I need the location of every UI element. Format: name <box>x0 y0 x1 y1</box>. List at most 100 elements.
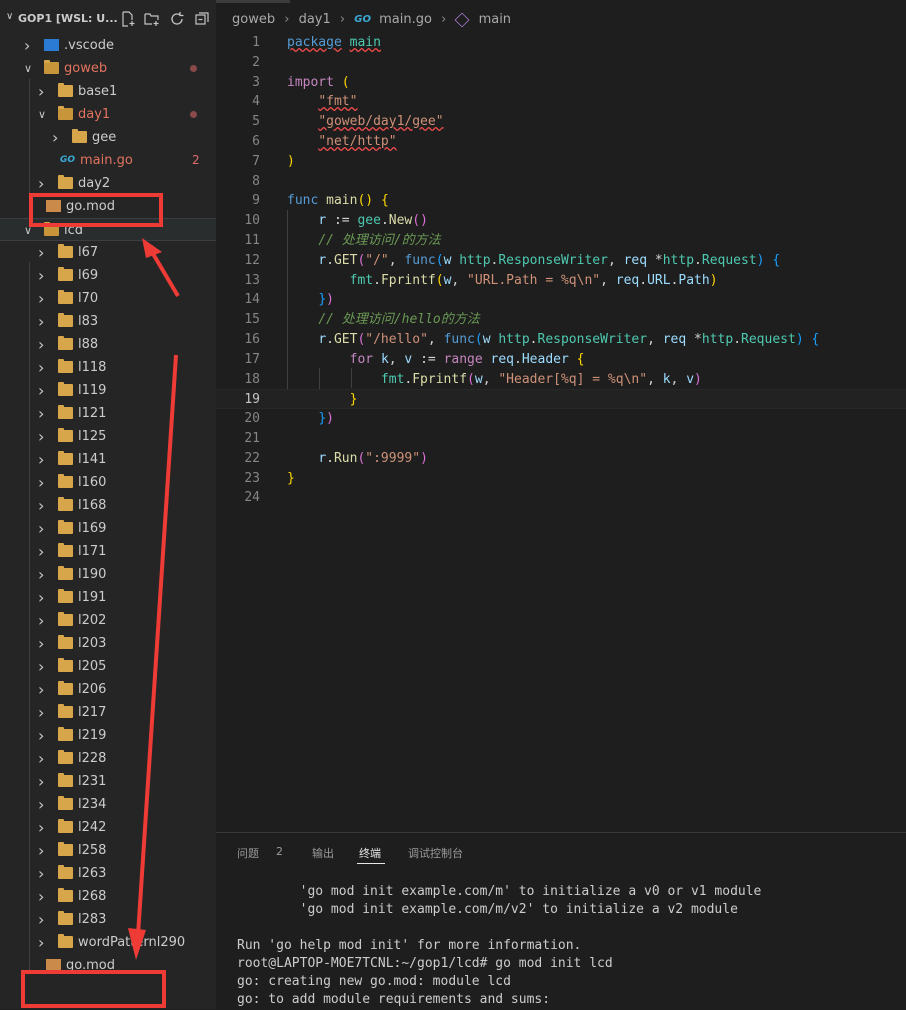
tree-item[interactable]: › l228 <box>0 747 216 770</box>
tree-item[interactable]: › l169 <box>0 517 216 540</box>
code-line[interactable]: 1 package main <box>216 33 906 53</box>
tree-item[interactable]: › l121 <box>0 402 216 425</box>
code-line[interactable]: 6 "net/http" <box>216 132 906 152</box>
code-line[interactable]: 23} <box>216 469 906 489</box>
chevron-down-icon[interactable]: ∨ <box>6 11 13 22</box>
breadcrumb-main-symbol[interactable]: main <box>479 12 511 27</box>
chevron-right-icon[interactable]: › <box>38 862 44 885</box>
chevron-right-icon[interactable]: › <box>38 517 44 540</box>
explorer-header[interactable]: ∨ GOP1 [WSL: U... <box>0 9 216 33</box>
tree-item[interactable]: › l88 <box>0 333 216 356</box>
tree-item[interactable]: ∨ day1 <box>0 103 216 126</box>
code-line[interactable]: 10 r := gee.New() <box>216 211 906 231</box>
tree-item[interactable]: › day2 <box>0 172 216 195</box>
tree-item[interactable]: › l83 <box>0 310 216 333</box>
tree-item[interactable]: › l191 <box>0 586 216 609</box>
chevron-right-icon[interactable]: › <box>38 287 44 310</box>
tree-item[interactable]: › l190 <box>0 563 216 586</box>
chevron-right-icon[interactable]: › <box>38 563 44 586</box>
chevron-right-icon[interactable]: › <box>38 747 44 770</box>
new-file-icon[interactable] <box>120 11 136 27</box>
chevron-right-icon[interactable]: › <box>38 402 44 425</box>
code-line[interactable]: 5 "goweb/day1/gee" <box>216 112 906 132</box>
tree-item[interactable]: › l69 <box>0 264 216 287</box>
chevron-right-icon[interactable]: › <box>38 609 44 632</box>
tree-item[interactable]: › l242 <box>0 816 216 839</box>
chevron-right-icon[interactable]: › <box>38 356 44 379</box>
active-tab-indicator[interactable] <box>216 0 290 3</box>
code-line[interactable]: 13 fmt.Fprintf(w, "URL.Path = %q\n", req… <box>216 271 906 291</box>
tree-item[interactable]: › l217 <box>0 701 216 724</box>
code-line[interactable]: 22 r.Run(":9999") <box>216 449 906 469</box>
tab-output[interactable]: 输出 <box>312 845 334 861</box>
tree-item[interactable]: › l118 <box>0 356 216 379</box>
chevron-right-icon[interactable]: › <box>38 632 44 655</box>
tree-item[interactable]: › l119 <box>0 379 216 402</box>
code-line[interactable]: 2 <box>216 53 906 73</box>
chevron-down-icon[interactable]: ∨ <box>24 57 32 80</box>
code-line[interactable]: 24 <box>216 488 906 508</box>
tree-item[interactable]: › gee <box>0 126 216 149</box>
chevron-right-icon[interactable]: › <box>38 425 44 448</box>
code-line[interactable]: 9 func main() { <box>216 191 906 211</box>
tree-item[interactable]: › .vscode <box>0 34 216 57</box>
tree-item[interactable]: › l283 <box>0 908 216 931</box>
chevron-right-icon[interactable]: › <box>38 379 44 402</box>
tree-item[interactable]: › l70 <box>0 287 216 310</box>
chevron-right-icon[interactable]: › <box>38 678 44 701</box>
tree-item[interactable]: › l203 <box>0 632 216 655</box>
chevron-right-icon[interactable]: › <box>38 701 44 724</box>
tree-item[interactable]: › wordPatternl290 <box>0 931 216 954</box>
code-line[interactable]: 18 fmt.Fprintf(w, "Header[%q] = %q\n", k… <box>216 370 906 390</box>
tab-debug-console[interactable]: 调试控制台 <box>408 845 463 861</box>
tree-item[interactable]: › l219 <box>0 724 216 747</box>
tree-item[interactable]: › l67 <box>0 241 216 264</box>
refresh-icon[interactable] <box>169 11 185 27</box>
tree-item[interactable]: › l263 <box>0 862 216 885</box>
tree-item[interactable]: › l205 <box>0 655 216 678</box>
tree-item[interactable]: ∨ goweb <box>0 57 216 80</box>
chevron-right-icon[interactable]: › <box>38 908 44 931</box>
chevron-right-icon[interactable]: › <box>38 448 44 471</box>
tree-item[interactable]: › l206 <box>0 678 216 701</box>
chevron-right-icon[interactable]: › <box>38 839 44 862</box>
code-line[interactable]: 8 <box>216 172 906 192</box>
new-folder-icon[interactable] <box>144 11 160 27</box>
chevron-right-icon[interactable]: › <box>38 793 44 816</box>
code-line[interactable]: 19 } <box>216 389 906 410</box>
chevron-right-icon[interactable]: › <box>38 310 44 333</box>
chevron-right-icon[interactable]: › <box>24 34 30 57</box>
chevron-right-icon[interactable]: › <box>38 586 44 609</box>
tree-item[interactable]: › l125 <box>0 425 216 448</box>
code-line[interactable]: 7) <box>216 152 906 172</box>
chevron-right-icon[interactable]: › <box>52 126 58 149</box>
code-line[interactable]: 16 r.GET("/hello", func(w http.ResponseW… <box>216 330 906 350</box>
tab-problems[interactable]: 问题 <box>237 845 259 861</box>
code-line[interactable]: 20 }) <box>216 409 906 429</box>
chevron-right-icon[interactable]: › <box>38 770 44 793</box>
chevron-right-icon[interactable]: › <box>38 816 44 839</box>
code-line[interactable]: 12 r.GET("/", func(w http.ResponseWriter… <box>216 251 906 271</box>
chevron-right-icon[interactable]: › <box>38 885 44 908</box>
chevron-right-icon[interactable]: › <box>38 655 44 678</box>
tab-terminal[interactable]: 终端 <box>359 845 381 861</box>
chevron-right-icon[interactable]: › <box>38 264 44 287</box>
chevron-right-icon[interactable]: › <box>38 540 44 563</box>
breadcrumb-goweb[interactable]: goweb <box>232 12 275 27</box>
tree-item[interactable]: › l268 <box>0 885 216 908</box>
code-editor[interactable]: 1 package main 2 3 import (4 "fmt" 5 "goweb/d… <box>216 32 906 832</box>
tree-item[interactable]: › l202 <box>0 609 216 632</box>
tree-item[interactable]: › l141 <box>0 448 216 471</box>
tree-item[interactable]: › l171 <box>0 540 216 563</box>
code-line[interactable]: 4 "fmt" <box>216 92 906 112</box>
code-line[interactable]: 15 // 处理访问/hello的方法 <box>216 310 906 330</box>
chevron-right-icon[interactable]: › <box>38 931 44 954</box>
chevron-right-icon[interactable]: › <box>38 724 44 747</box>
chevron-right-icon[interactable]: › <box>38 494 44 517</box>
code-line[interactable]: 21 <box>216 429 906 449</box>
code-line[interactable]: 3 import ( <box>216 73 906 93</box>
code-line[interactable]: 17 for k, v := range req.Header { <box>216 350 906 370</box>
breadcrumb-main-go[interactable]: main.go <box>379 12 432 27</box>
breadcrumb-day1[interactable]: day1 <box>299 12 331 27</box>
tree-item[interactable]: › l160 <box>0 471 216 494</box>
